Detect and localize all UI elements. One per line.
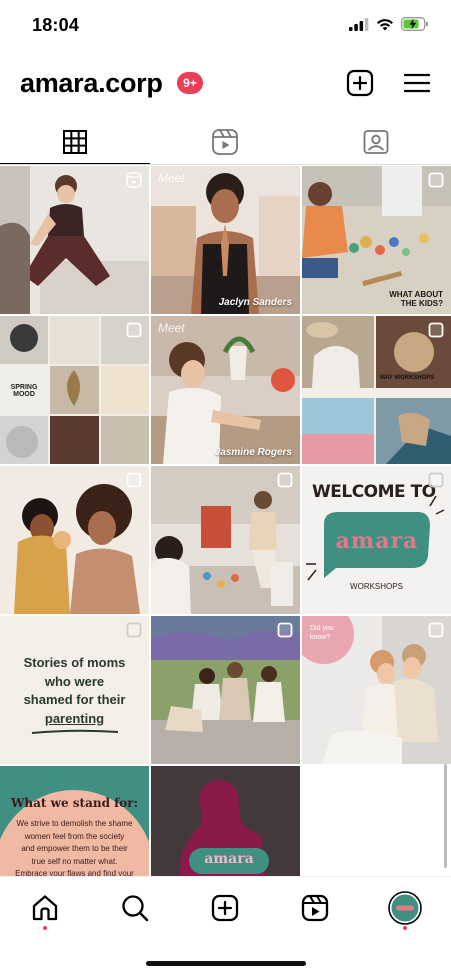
post-headline-line: who were: [44, 673, 105, 689]
nav-create-button[interactable]: [208, 891, 242, 925]
signal-icon: [349, 17, 369, 31]
post-tile[interactable]: [0, 166, 149, 314]
menu-button[interactable]: [402, 68, 432, 98]
search-icon: [122, 895, 149, 922]
reel-badge-icon: [126, 172, 142, 188]
profile-username[interactable]: amara.corp: [20, 68, 163, 99]
post-tile[interactable]: [151, 616, 300, 764]
carousel-badge-icon: [428, 172, 444, 188]
post-tile[interactable]: Meet Jaclyn Sanders: [151, 166, 300, 314]
carousel-badge-icon: [277, 622, 293, 638]
profile-tabs: [0, 120, 451, 164]
home-icon: [32, 895, 58, 921]
post-meet-label: Meet: [158, 171, 185, 185]
create-icon: [211, 894, 239, 922]
post-tile[interactable]: What we stand for: We strive to demolish…: [0, 766, 149, 876]
tab-reels[interactable]: [150, 120, 300, 164]
post-body-line: Embrace your flaws and find your: [15, 869, 134, 876]
post-headline-block: Stories of moms who were shamed for thei…: [0, 654, 149, 728]
post-image: [0, 166, 149, 314]
nav-search-button[interactable]: [118, 891, 152, 925]
post-caption: Jasmine Rogers: [214, 447, 292, 458]
carousel-badge-icon: [126, 472, 142, 488]
create-post-button[interactable]: [345, 68, 375, 98]
nav-reels-button[interactable]: [298, 891, 332, 925]
post-label: SPRING MOOD: [10, 384, 38, 398]
post-caption: MAY WORKSHOPS: [380, 375, 435, 381]
hamburger-menu-icon: [404, 73, 430, 93]
post-caption: Jaclyn Sanders: [218, 297, 292, 308]
profile-header: amara.corp 9+: [0, 60, 451, 110]
post-headline-line: Stories of moms: [23, 655, 126, 670]
carousel-badge-icon: [428, 472, 444, 488]
post-meet-label: Meet: [158, 321, 185, 335]
reels-icon: [212, 129, 239, 155]
tab-tagged[interactable]: [301, 120, 451, 164]
profile-avatar: [388, 891, 422, 925]
plus-square-icon: [346, 69, 374, 97]
nav-home-button[interactable]: [28, 891, 62, 925]
carousel-badge-icon: [126, 322, 142, 338]
carousel-badge-icon: [126, 622, 142, 638]
post-body-line: women feel from the society: [24, 831, 125, 841]
brand-logo: amara: [204, 851, 254, 867]
tab-posts-grid[interactable]: [0, 120, 151, 164]
post-tile[interactable]: Did you know?: [302, 616, 451, 764]
post-body-line: We strive to demolish the shame: [16, 819, 133, 828]
home-notification-dot: [43, 926, 47, 930]
post-corner-text: Did you know?: [310, 625, 334, 641]
status-icons: [349, 17, 429, 31]
post-tile[interactable]: MAY WORKSHOPS: [302, 316, 451, 464]
tabs-divider: [0, 164, 451, 165]
post-tile[interactable]: [151, 466, 300, 614]
wifi-icon: [377, 18, 393, 30]
carousel-badge-icon: [277, 472, 293, 488]
post-image: [151, 466, 300, 614]
nav-profile-button[interactable]: [388, 891, 422, 925]
post-body-line: and empower them to be their: [21, 844, 128, 853]
scrollbar[interactable]: [444, 764, 447, 868]
carousel-badge-icon: [428, 322, 444, 338]
underline-stroke: [31, 729, 119, 734]
post-body: We strive to demolish the shame women fe…: [10, 818, 139, 876]
post-image: [151, 166, 300, 314]
notification-badge[interactable]: 9+: [177, 72, 203, 94]
bottom-navigation: [0, 876, 451, 942]
reels-icon: [301, 894, 329, 922]
post-tile[interactable]: Stories of moms who were shamed for thei…: [0, 616, 149, 764]
post-tile[interactable]: amara: [151, 766, 300, 876]
post-tile[interactable]: Meet Jasmine Rogers: [151, 316, 300, 464]
posts-grid: Meet Jaclyn Sanders WHAT ABOUT THE KIDS?: [0, 166, 451, 876]
post-tile[interactable]: WHAT ABOUT THE KIDS?: [302, 166, 451, 314]
tagged-icon: [363, 130, 389, 154]
post-tile[interactable]: [0, 466, 149, 614]
post-tile[interactable]: SPRING MOOD: [0, 316, 149, 464]
home-indicator: [146, 961, 306, 966]
brand-logo: amara: [335, 528, 419, 554]
post-image: [151, 616, 300, 764]
status-time: 18:04: [32, 15, 80, 35]
status-bar: 18:04: [0, 0, 451, 52]
post-headline: What we stand for:: [10, 796, 139, 810]
grid-icon: [63, 130, 88, 154]
post-body-line: true self no matter what.: [31, 856, 118, 866]
post-tile[interactable]: WELCOME TO amara WORKSHOPS: [302, 466, 451, 614]
post-headline-line: parenting: [44, 710, 105, 726]
carousel-badge-icon: [428, 622, 444, 638]
post-caption: WHAT ABOUT THE KIDS?: [389, 290, 443, 308]
battery-charging-icon: [401, 17, 428, 31]
post-image: [0, 466, 149, 614]
profile-notification-dot: [403, 926, 407, 930]
post-headline-line: shamed for their: [23, 692, 126, 707]
post-subtitle: WORKSHOPS: [350, 582, 403, 591]
post-image: [151, 316, 300, 464]
post-image: [302, 316, 451, 464]
